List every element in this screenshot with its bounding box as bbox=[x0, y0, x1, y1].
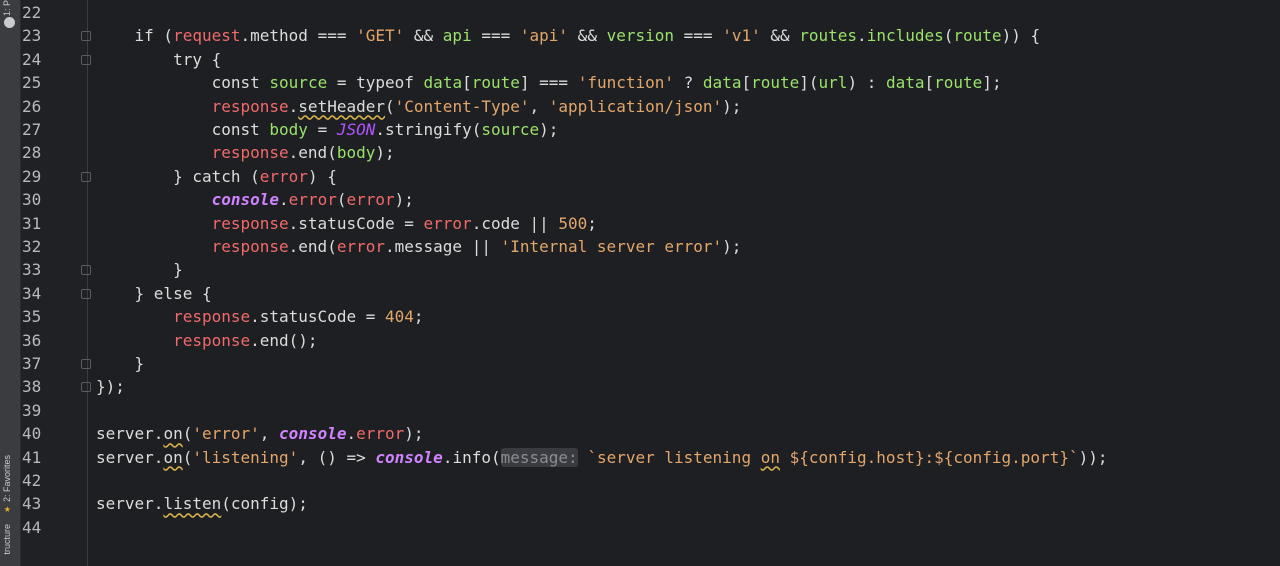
code-editor[interactable]: 22 23 if (request.method === 'GET' && api… bbox=[0, 0, 1280, 566]
code-line[interactable]: 35 response.statusCode = 404; bbox=[0, 305, 1280, 328]
line-text: } else { bbox=[96, 283, 212, 303]
code-line[interactable]: 31 response.statusCode = error.code || 5… bbox=[0, 212, 1280, 235]
line-text: response.setHeader('Content-Type', 'appl… bbox=[211, 96, 742, 116]
line-text: } bbox=[96, 260, 183, 280]
code-line[interactable]: 25 const source = typeof data[route] ===… bbox=[0, 71, 1280, 94]
code-line[interactable]: 37 } bbox=[0, 352, 1280, 375]
line-text: const source = typeof data[route] === 'f… bbox=[211, 73, 1002, 93]
code-line[interactable]: 23 if (request.method === 'GET' && api =… bbox=[0, 24, 1280, 47]
code-line[interactable]: 41 server.on('listening', () => console.i… bbox=[0, 446, 1280, 469]
code-line[interactable]: 43 server.listen(config); bbox=[0, 492, 1280, 515]
code-line[interactable]: 28 response.end(body); bbox=[0, 141, 1280, 164]
line-number: 43 bbox=[22, 494, 42, 514]
line-number: 26 bbox=[22, 96, 42, 116]
line-number: 24 bbox=[22, 49, 42, 69]
code-line[interactable]: 33 } bbox=[0, 258, 1280, 281]
code-line[interactable]: 32 response.end(error.message || 'Intern… bbox=[0, 235, 1280, 258]
line-text: if (request.method === 'GET' && api === … bbox=[134, 26, 1041, 46]
line-number: 42 bbox=[22, 471, 42, 490]
code-line[interactable]: 36 response.end(); bbox=[0, 329, 1280, 352]
line-number: 27 bbox=[22, 120, 42, 139]
line-text: }); bbox=[96, 377, 125, 397]
line-text: response.statusCode = 404; bbox=[173, 307, 424, 327]
line-number: 23 bbox=[22, 26, 42, 46]
line-text: console.error(error); bbox=[211, 190, 414, 210]
code-line[interactable]: 42 bbox=[0, 469, 1280, 492]
line-number: 22 bbox=[22, 3, 42, 22]
code-line[interactable]: 24 try { bbox=[0, 48, 1280, 71]
line-number: 40 bbox=[22, 424, 42, 444]
line-number: 31 bbox=[22, 213, 42, 233]
line-text: server.on('error', console.error); bbox=[96, 424, 424, 444]
fold-marker-icon[interactable] bbox=[81, 265, 91, 276]
code-line[interactable]: 38}); bbox=[0, 375, 1280, 398]
line-number: 44 bbox=[22, 517, 42, 537]
line-text: } bbox=[96, 354, 145, 373]
fold-marker-icon[interactable] bbox=[81, 171, 91, 182]
line-text: response.end(); bbox=[173, 330, 318, 350]
code-line[interactable]: 30 console.error(error); bbox=[0, 188, 1280, 211]
line-text: response.end(body); bbox=[211, 143, 395, 163]
line-number: 37 bbox=[22, 354, 42, 373]
code-line[interactable]: 26 response.setHeader('Content-Type', 'a… bbox=[0, 95, 1280, 118]
line-number: 33 bbox=[22, 260, 42, 280]
line-text: try { bbox=[173, 49, 222, 69]
code-line[interactable]: 40 server.on('error', console.error); bbox=[0, 422, 1280, 445]
line-text: server.listen(config); bbox=[96, 494, 308, 514]
line-number: 29 bbox=[22, 166, 42, 186]
line-number: 39 bbox=[22, 400, 42, 420]
code-line[interactable]: 39 bbox=[0, 399, 1280, 422]
fold-marker-icon[interactable] bbox=[81, 54, 91, 65]
fold-marker-icon[interactable] bbox=[81, 288, 91, 299]
line-number: 30 bbox=[22, 190, 42, 210]
line-number: 41 bbox=[22, 447, 42, 467]
line-number: 25 bbox=[22, 73, 42, 93]
line-text: } catch (error) { bbox=[96, 166, 337, 186]
line-number: 38 bbox=[22, 377, 42, 397]
line-text: response.statusCode = error.code || 500; bbox=[211, 213, 597, 233]
line-text: server.on('listening', () => console.inf… bbox=[96, 447, 1108, 467]
code-line[interactable]: 44 bbox=[0, 516, 1280, 539]
fold-marker-icon[interactable] bbox=[81, 31, 91, 42]
line-number: 35 bbox=[22, 307, 42, 327]
code-line[interactable]: 29 } catch (error) { bbox=[0, 165, 1280, 188]
fold-marker-icon[interactable] bbox=[81, 359, 91, 369]
line-text: response.end(error.message || 'Internal … bbox=[211, 237, 742, 256]
line-number: 32 bbox=[22, 237, 42, 256]
line-number: 28 bbox=[22, 143, 42, 163]
fold-marker-icon[interactable] bbox=[81, 382, 91, 393]
code-line[interactable]: 34 } else { bbox=[0, 282, 1280, 305]
code-line[interactable]: 22 bbox=[0, 1, 1280, 24]
code-line[interactable]: 27 const body = JSON.stringify(source); bbox=[0, 118, 1280, 141]
line-text: const body = JSON.stringify(source); bbox=[211, 120, 559, 139]
line-number: 36 bbox=[22, 330, 42, 350]
line-number: 34 bbox=[22, 283, 42, 303]
